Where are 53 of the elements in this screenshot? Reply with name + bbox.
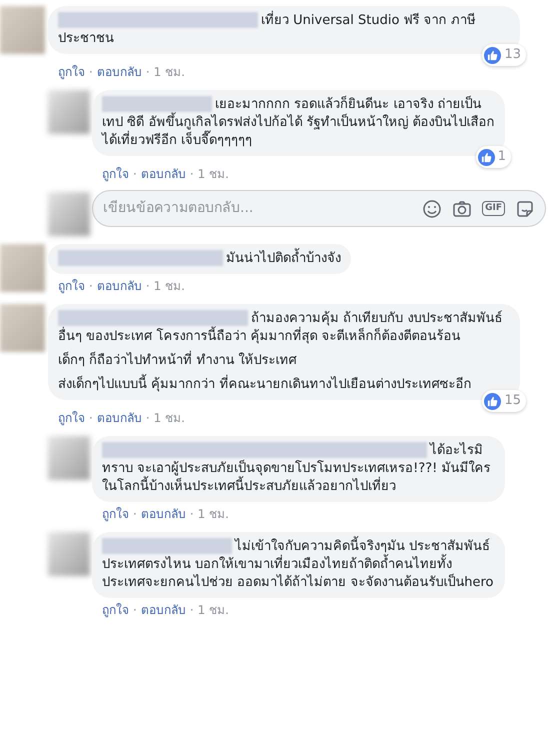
thumbs-up-icon (484, 392, 502, 410)
dot-separator: · (190, 166, 194, 182)
reply-link[interactable]: ตอบกลับ (96, 64, 142, 80)
dot-separator: · (133, 166, 137, 182)
avatar[interactable] (48, 90, 90, 134)
reply-input-field[interactable]: เขียนข้อความตอบกลับ... GIF (92, 190, 546, 227)
dot-separator: · (190, 602, 194, 618)
dot-separator: · (190, 506, 194, 522)
reply-link[interactable]: ตอบกลับ (140, 506, 186, 522)
dot-separator: · (146, 410, 150, 426)
avatar[interactable] (0, 6, 45, 54)
timestamp: 1 ชม. (154, 410, 185, 426)
dot-separator: · (89, 278, 93, 294)
smiley-icon[interactable] (422, 198, 442, 218)
comment-text: ถ้ามองความคุ้ม ถ้าเทียบกับ งบประชาสัมพันธ์อื่นๆ ของประเทศ โครงการนี้ถือว่า คุ้มมากที่สุด จะตีเหล็กก็ต้องตีตอนร้อน (58, 310, 504, 346)
avatar[interactable] (48, 192, 90, 236)
timestamp: 1 ชม. (154, 278, 185, 294)
comment-text: ได้อะไรมิทราบ จะเอาผู้ประสบภัยเป็นจุดขายโปรโมทประเทศเหรอ!??! มันมีใครในโลกนี้บ้างเห็นประเทศนี้ประสบภัยแล้วอยากไปเที่ยว (102, 442, 492, 496)
timestamp: 1 ชม. (154, 64, 185, 80)
avatar[interactable] (48, 436, 90, 480)
gif-button[interactable]: GIF (482, 201, 505, 216)
like-link[interactable]: ถูกใจ (102, 506, 129, 522)
comment-text: เด็กๆ ก็ถือว่าไปทำหน้าที่ ทำงาน ให้ประเทศ (58, 352, 510, 370)
dot-separator: · (146, 278, 150, 294)
dot-separator: · (89, 410, 93, 426)
camera-icon[interactable] (452, 198, 472, 218)
like-link[interactable]: ถูกใจ (58, 64, 85, 80)
like-link[interactable]: ถูกใจ (58, 410, 85, 426)
dot-separator: · (133, 506, 137, 522)
like-count-badge[interactable]: 13 (482, 44, 526, 66)
like-link[interactable]: ถูกใจ (102, 602, 129, 618)
reply-link[interactable]: ตอบกลับ (96, 410, 142, 426)
avatar[interactable] (0, 304, 45, 352)
like-count-badge[interactable]: 1 (476, 146, 511, 168)
reply-link[interactable]: ตอบกลับ (96, 278, 142, 294)
comment-text: มันน่าไปติดถ้ำบ้างจัง (58, 250, 341, 268)
like-link[interactable]: ถูกใจ (102, 166, 129, 182)
dot-separator: · (146, 64, 150, 80)
reply-link[interactable]: ตอบกลับ (140, 602, 186, 618)
sticker-icon[interactable] (515, 198, 535, 218)
like-link[interactable]: ถูกใจ (58, 278, 85, 294)
timestamp: 1 ชม. (198, 506, 229, 522)
avatar[interactable] (48, 532, 90, 576)
comment-text: ไม่เข้าใจกับความคิดนี้จริงๆมัน ประชาสัมพันธ์ประเทศตรงไหน บอกให้เขามาเที่ยวเมืองไทยถ้าติดถ้ำคนไทยทั้งประเทศจะยกคนไปช่วย ออดมาได้ถ้าไม่ตาย จะจัดงานต้อนรับเป็นhero (102, 538, 495, 592)
dot-separator: · (89, 64, 93, 80)
timestamp: 1 ชม. (198, 166, 229, 182)
timestamp: 1 ชม. (198, 602, 229, 618)
reply-link[interactable]: ตอบกลับ (140, 166, 186, 182)
avatar[interactable] (0, 244, 45, 292)
thumbs-up-icon (478, 148, 495, 166)
thumbs-up-icon (484, 46, 502, 64)
dot-separator: · (133, 602, 137, 618)
like-count-badge[interactable]: 15 (482, 390, 526, 412)
